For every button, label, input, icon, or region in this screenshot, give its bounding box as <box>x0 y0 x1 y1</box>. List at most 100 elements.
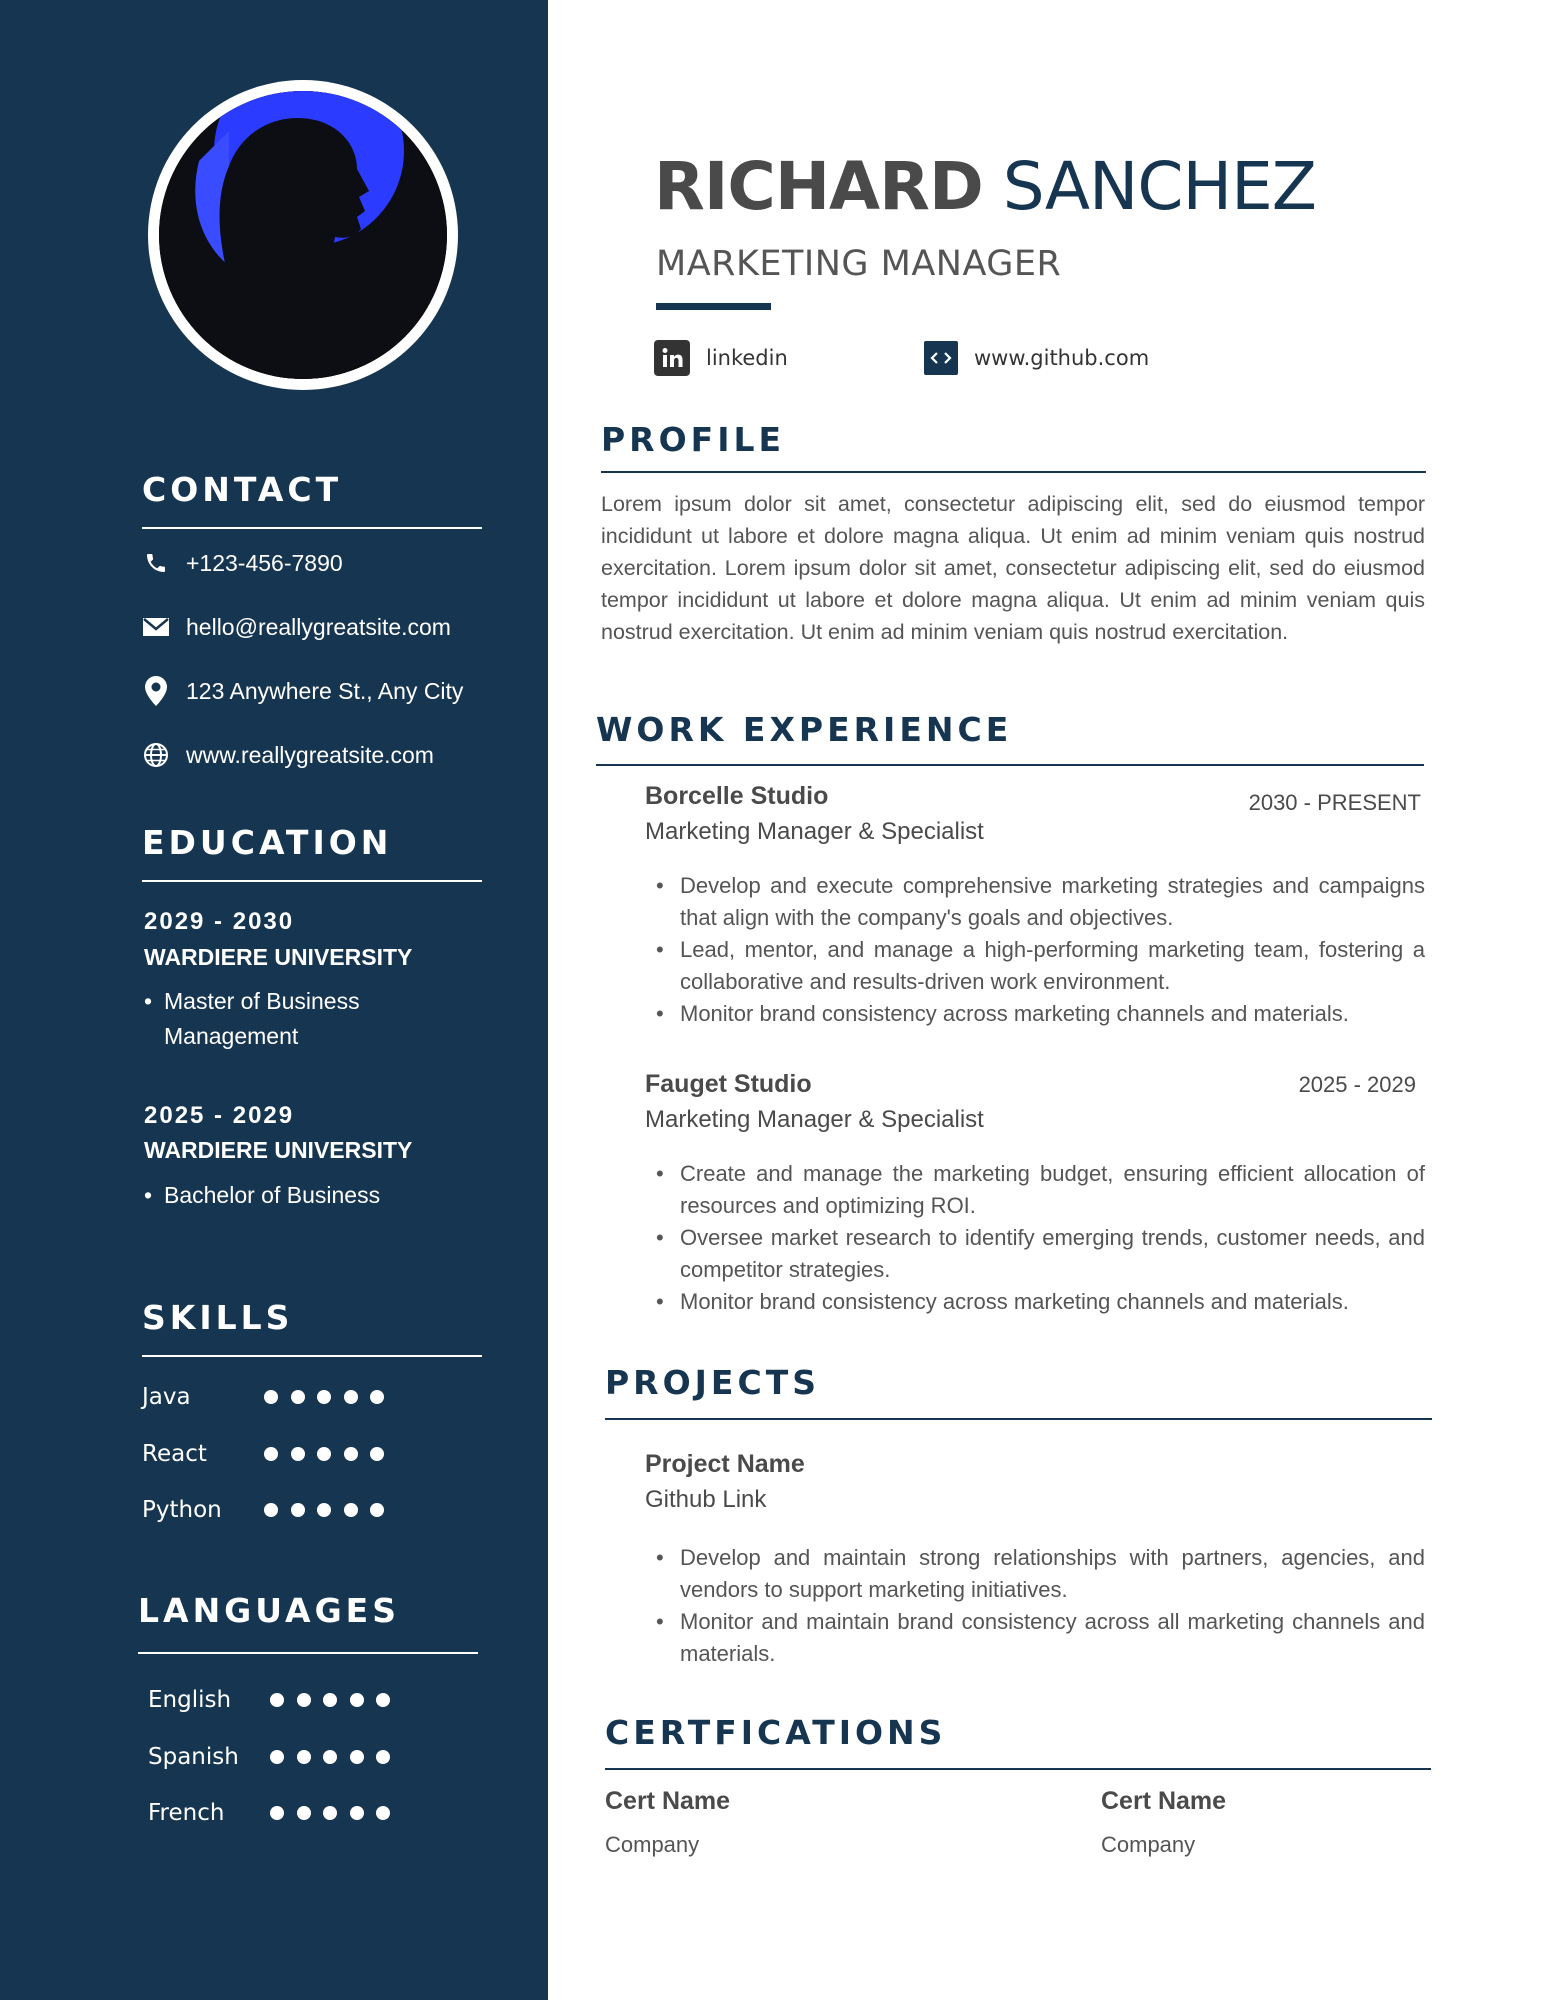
languages-divider <box>138 1652 478 1654</box>
project-bullets: Develop and maintain strong relationship… <box>656 1542 1425 1670</box>
last-name: SANCHEZ <box>1002 148 1317 225</box>
rating-dot <box>370 1503 384 1517</box>
contact-phone-text: +123-456-7890 <box>186 549 343 576</box>
list-item: Monitor brand consistency across marketi… <box>656 998 1425 1030</box>
skill-name: React <box>142 1441 207 1467</box>
education-years: 2029 - 2030 <box>144 908 295 935</box>
skill-level-dots <box>264 1447 397 1461</box>
profile-divider <box>601 471 1426 473</box>
skill-row: React <box>142 1434 397 1474</box>
job-period: 2030 - PRESENT <box>1248 790 1421 815</box>
education-divider <box>142 880 482 882</box>
projects-divider <box>605 1418 1432 1420</box>
person-silhouette-icon <box>159 91 447 379</box>
rating-dot <box>349 1693 364 1707</box>
rating-dot <box>296 1750 311 1764</box>
languages-heading: LANGUAGES <box>138 1591 400 1630</box>
rating-dot <box>317 1503 331 1517</box>
education-degree: Master of Business Management <box>144 984 444 1054</box>
project-link[interactable]: Github Link <box>645 1486 766 1514</box>
sidebar: CONTACT +123-456-7890 hello@reallygreats… <box>0 0 548 2000</box>
rating-dot <box>270 1693 284 1707</box>
skill-row: Python <box>142 1490 397 1530</box>
profile-photo <box>148 80 458 390</box>
profile-heading: PROFILE <box>601 420 786 459</box>
contact-email-text: hello@reallygreatsite.com <box>186 613 451 640</box>
rating-dot <box>343 1447 358 1461</box>
job-title: MARKETING MANAGER <box>656 244 1062 284</box>
language-row: English <box>148 1680 403 1720</box>
rating-dot <box>376 1750 390 1764</box>
rating-dot <box>370 1447 384 1461</box>
skill-name: Python <box>142 1497 222 1523</box>
job-company: Borcelle Studio <box>645 782 829 810</box>
title-underline <box>656 303 771 310</box>
rating-dot <box>290 1390 305 1404</box>
contact-phone[interactable]: +123-456-7890 <box>142 543 343 583</box>
list-item: Oversee market research to identify emer… <box>656 1222 1425 1286</box>
list-item: Monitor and maintain brand consistency a… <box>656 1606 1425 1670</box>
rating-dot <box>317 1390 331 1404</box>
job-role: Marketing Manager & Specialist <box>645 818 984 845</box>
rating-dot <box>270 1750 284 1764</box>
cert-company: Company <box>1101 1832 1196 1857</box>
contact-address-text: 123 Anywhere St., Any City <box>186 677 464 704</box>
first-name: RICHARD <box>654 148 984 225</box>
contact-email[interactable]: hello@reallygreatsite.com <box>142 607 451 647</box>
phone-icon <box>142 549 170 577</box>
rating-dot <box>376 1693 390 1707</box>
rating-dot <box>270 1806 284 1820</box>
rating-dot <box>343 1503 358 1517</box>
rating-dot <box>296 1693 311 1707</box>
skills-divider <box>142 1355 482 1357</box>
job-bullets: Create and manage the marketing budget, … <box>656 1158 1425 1318</box>
job-bullets: Develop and execute comprehensive market… <box>656 870 1425 1030</box>
list-item: Develop and execute comprehensive market… <box>656 870 1425 934</box>
code-icon <box>924 341 958 375</box>
rating-dot <box>349 1750 364 1764</box>
contact-heading: CONTACT <box>142 470 343 509</box>
language-level-dots <box>270 1806 403 1820</box>
contact-divider <box>142 527 482 529</box>
language-name: English <box>148 1687 232 1713</box>
rating-dot <box>264 1390 278 1404</box>
linkedin-link[interactable]: linkedin <box>654 338 788 378</box>
rating-dot <box>376 1806 390 1820</box>
list-item: Create and manage the marketing budget, … <box>656 1158 1425 1222</box>
contact-website[interactable]: www.reallygreatsite.com <box>142 735 434 775</box>
language-row: Spanish <box>148 1737 403 1777</box>
rating-dot <box>323 1693 337 1707</box>
education-university: WARDIERE UNIVERSITY <box>144 1137 413 1163</box>
contact-website-text: www.reallygreatsite.com <box>186 741 434 768</box>
job-role: Marketing Manager & Specialist <box>645 1106 984 1133</box>
rating-dot <box>343 1390 358 1404</box>
language-level-dots <box>270 1693 403 1707</box>
job-period: 2025 - 2029 <box>1298 1072 1416 1097</box>
globe-icon <box>142 741 170 769</box>
cert-name: Cert Name <box>605 1787 731 1815</box>
education-years: 2025 - 2029 <box>144 1102 295 1129</box>
github-link[interactable]: www.github.com <box>924 338 1149 378</box>
location-pin-icon <box>142 676 170 706</box>
skill-row: Java <box>142 1377 397 1417</box>
education-university: WARDIERE UNIVERSITY <box>144 944 413 970</box>
linkedin-icon <box>654 340 690 376</box>
cert-name: Cert Name <box>1101 1787 1227 1815</box>
rating-dot <box>264 1447 278 1461</box>
job-company: Fauget Studio <box>645 1070 812 1098</box>
skills-heading: SKILLS <box>142 1298 294 1337</box>
full-name: RICHARD SANCHEZ <box>654 148 1317 225</box>
work-experience-divider <box>596 764 1424 766</box>
mail-icon <box>142 613 170 641</box>
rating-dot <box>323 1750 337 1764</box>
list-item: Lead, mentor, and manage a high-performi… <box>656 934 1425 998</box>
profile-text: Lorem ipsum dolor sit amet, consectetur … <box>601 492 1425 644</box>
language-name: French <box>148 1800 225 1826</box>
github-text: www.github.com <box>974 346 1150 370</box>
rating-dot <box>370 1390 384 1404</box>
rating-dot <box>323 1806 337 1820</box>
project-name: Project Name <box>645 1450 805 1478</box>
rating-dot <box>317 1447 331 1461</box>
rating-dot <box>349 1806 364 1820</box>
work-experience-heading: WORK EXPERIENCE <box>596 710 1013 749</box>
